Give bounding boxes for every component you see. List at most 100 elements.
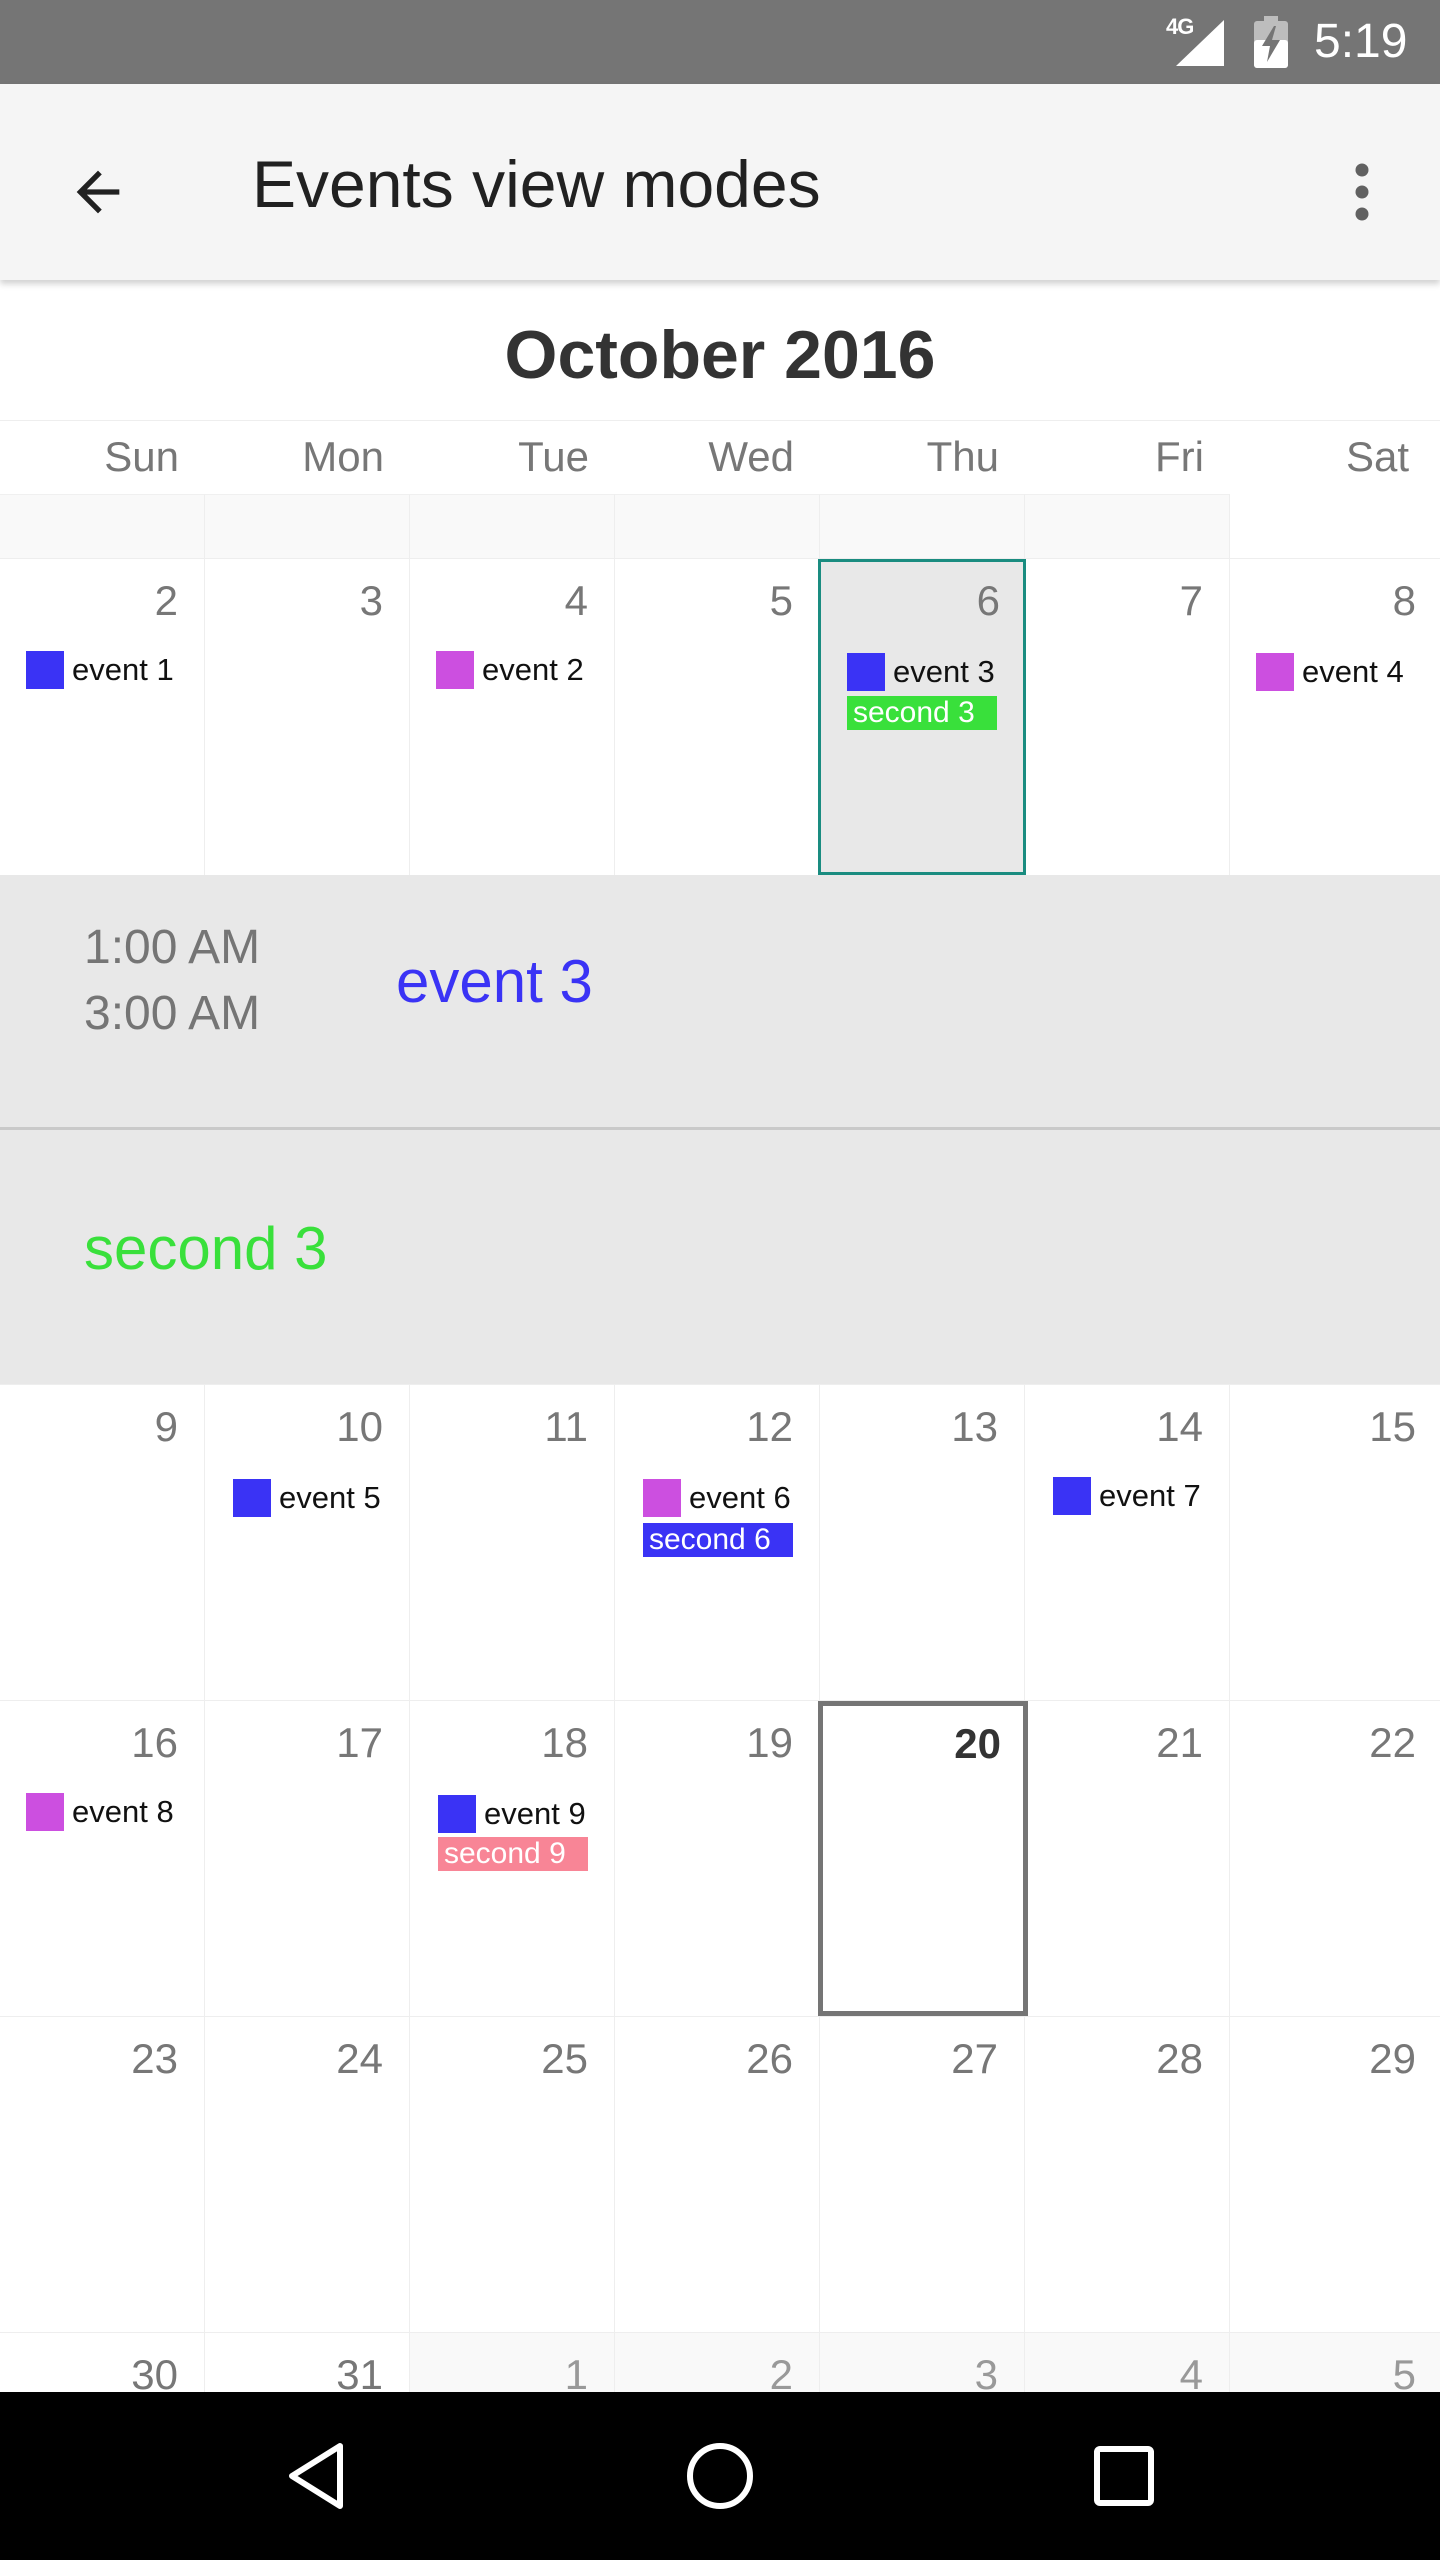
day-cell-20-today[interactable]: 20 [818,1701,1028,2016]
day-cell-15[interactable]: 15 [1230,1385,1440,1700]
day-cell-29[interactable]: 29 [1230,2017,1440,2332]
recents-square-icon [1094,2446,1154,2506]
day-cell-26[interactable]: 26 [615,2017,820,2332]
day-number: 11 [544,1403,588,1450]
event-item[interactable]: event 6 [643,1479,791,1517]
day-cell-2[interactable]: 2 event 1 [0,559,205,875]
day-cell-prev[interactable] [615,494,820,558]
day-cell-prev[interactable] [820,494,1025,558]
month-title: October 2016 [504,317,936,393]
day-cell-3[interactable]: 3 [205,559,410,875]
event-item[interactable]: event 7 [1053,1477,1201,1515]
day-cell-24[interactable]: 24 [205,2017,410,2332]
day-number: 5 [1392,2351,1416,2392]
day-cell-23[interactable]: 23 [0,2017,205,2332]
calendar-month-view: October 2016 Sun Mon Tue Wed Thu Fri Sat… [0,280,1440,2392]
day-number: 23 [131,2035,178,2082]
day-cell-22[interactable]: 22 [1230,1701,1440,2016]
day-cell-17[interactable]: 17 [205,1701,410,2016]
day-cell-31[interactable]: 31 [205,2333,410,2392]
day-cell-11[interactable]: 11 [410,1385,615,1700]
nav-home-button[interactable] [670,2426,770,2526]
week-row-4: 23 24 25 26 27 28 29 [0,2016,1440,2332]
event-start-time: 1:00 AM [84,921,261,974]
day-number: 19 [746,1719,793,1766]
event-label: event 1 [72,652,174,687]
back-button[interactable] [50,144,146,240]
week-row-3: 16 event 8 17 18 event 9 second 9 19 20 … [0,1700,1440,2016]
day-number: 27 [951,2035,998,2082]
day-cell-19[interactable]: 19 [615,1701,820,2016]
day-cell-21[interactable]: 21 [1025,1701,1230,2016]
event-label: event 3 [893,654,995,689]
weekday-header: Sun Mon Tue Wed Thu Fri Sat [0,420,1440,492]
day-cell-30[interactable]: 30 [0,2333,205,2392]
day-cell-18[interactable]: 18 event 9 second 9 [410,1701,615,2016]
event-bar[interactable]: second 9 [438,1837,588,1871]
previous-week-row [0,494,1230,558]
day-number: 4 [564,577,588,624]
day-number: 21 [1156,1719,1203,1766]
day-number: 30 [131,2351,178,2392]
day-cell-4[interactable]: 4 event 2 [410,559,615,875]
event-item[interactable]: event 1 [26,651,174,689]
day-cell-13[interactable]: 13 [820,1385,1025,1700]
nav-recents-button[interactable] [1074,2426,1174,2526]
event-detail-item[interactable]: second 3 [0,1130,1440,1384]
overflow-menu-button[interactable] [1330,144,1394,240]
day-number: 3 [359,577,383,624]
day-number: 15 [1369,1403,1416,1450]
event-color-marker [1053,1477,1091,1515]
event-title: second 3 [84,1215,328,1282]
weekday-sat: Sat [1345,433,1409,480]
day-cell-25[interactable]: 25 [410,2017,615,2332]
day-number: 16 [131,1719,178,1766]
event-item[interactable]: event 4 [1256,653,1404,691]
nav-back-button[interactable] [266,2426,366,2526]
day-cell-next-3[interactable]: 3 [820,2333,1025,2392]
day-number: 2 [154,577,178,624]
day-cell-next-4[interactable]: 4 [1025,2333,1230,2392]
event-item[interactable]: event 5 [233,1479,381,1517]
day-cell-prev[interactable] [1025,494,1230,558]
day-number: 5 [769,577,793,624]
day-cell-next-2[interactable]: 2 [615,2333,820,2392]
day-cell-prev[interactable] [0,494,205,558]
event-item[interactable]: event 8 [26,1793,174,1831]
day-number: 10 [336,1403,383,1450]
event-color-marker [436,651,474,689]
event-bar[interactable]: second 3 [847,696,997,730]
event-detail-item[interactable]: 1:00 AM 3:00 AM event 3 [0,875,1440,1130]
event-item[interactable]: event 3 [847,653,995,691]
day-cell-12[interactable]: 12 event 6 second 6 [615,1385,820,1700]
day-cell-8[interactable]: 8 event 4 [1230,559,1440,875]
event-bar[interactable]: second 6 [643,1523,793,1557]
day-cell-14[interactable]: 14 event 7 [1025,1385,1230,1700]
day-cell-10[interactable]: 10 event 5 [205,1385,410,1700]
weekday-wed: Wed [708,433,794,480]
day-cell-next-5[interactable]: 5 [1230,2333,1440,2392]
battery-charging-icon [1254,16,1288,68]
event-item[interactable]: event 2 [436,651,584,689]
page-title: Events view modes [252,147,821,221]
day-cell-prev[interactable] [205,494,410,558]
day-number: 2 [769,2351,793,2392]
event-label: event 5 [279,1480,381,1515]
event-item[interactable]: event 9 [438,1795,586,1833]
day-cell-next-1[interactable]: 1 [410,2333,615,2392]
week-row-5: 30 31 1 2 3 4 5 [0,2332,1440,2392]
day-cell-28[interactable]: 28 [1025,2017,1230,2332]
event-color-marker [643,1479,681,1517]
day-cell-prev[interactable] [410,494,615,558]
day-cell-5[interactable]: 5 [615,559,820,875]
event-color-marker [26,651,64,689]
event-title: event 3 [396,948,593,1015]
day-cell-27[interactable]: 27 [820,2017,1025,2332]
event-label: event 2 [482,652,584,687]
app-bar: Events view modes [0,84,1440,280]
day-cell-9[interactable]: 9 [0,1385,205,1700]
weekday-sun: Sun [104,433,179,480]
day-cell-16[interactable]: 16 event 8 [0,1701,205,2016]
day-cell-6-selected[interactable]: 6 event 3 second 3 [818,559,1026,875]
day-cell-7[interactable]: 7 [1025,559,1230,875]
